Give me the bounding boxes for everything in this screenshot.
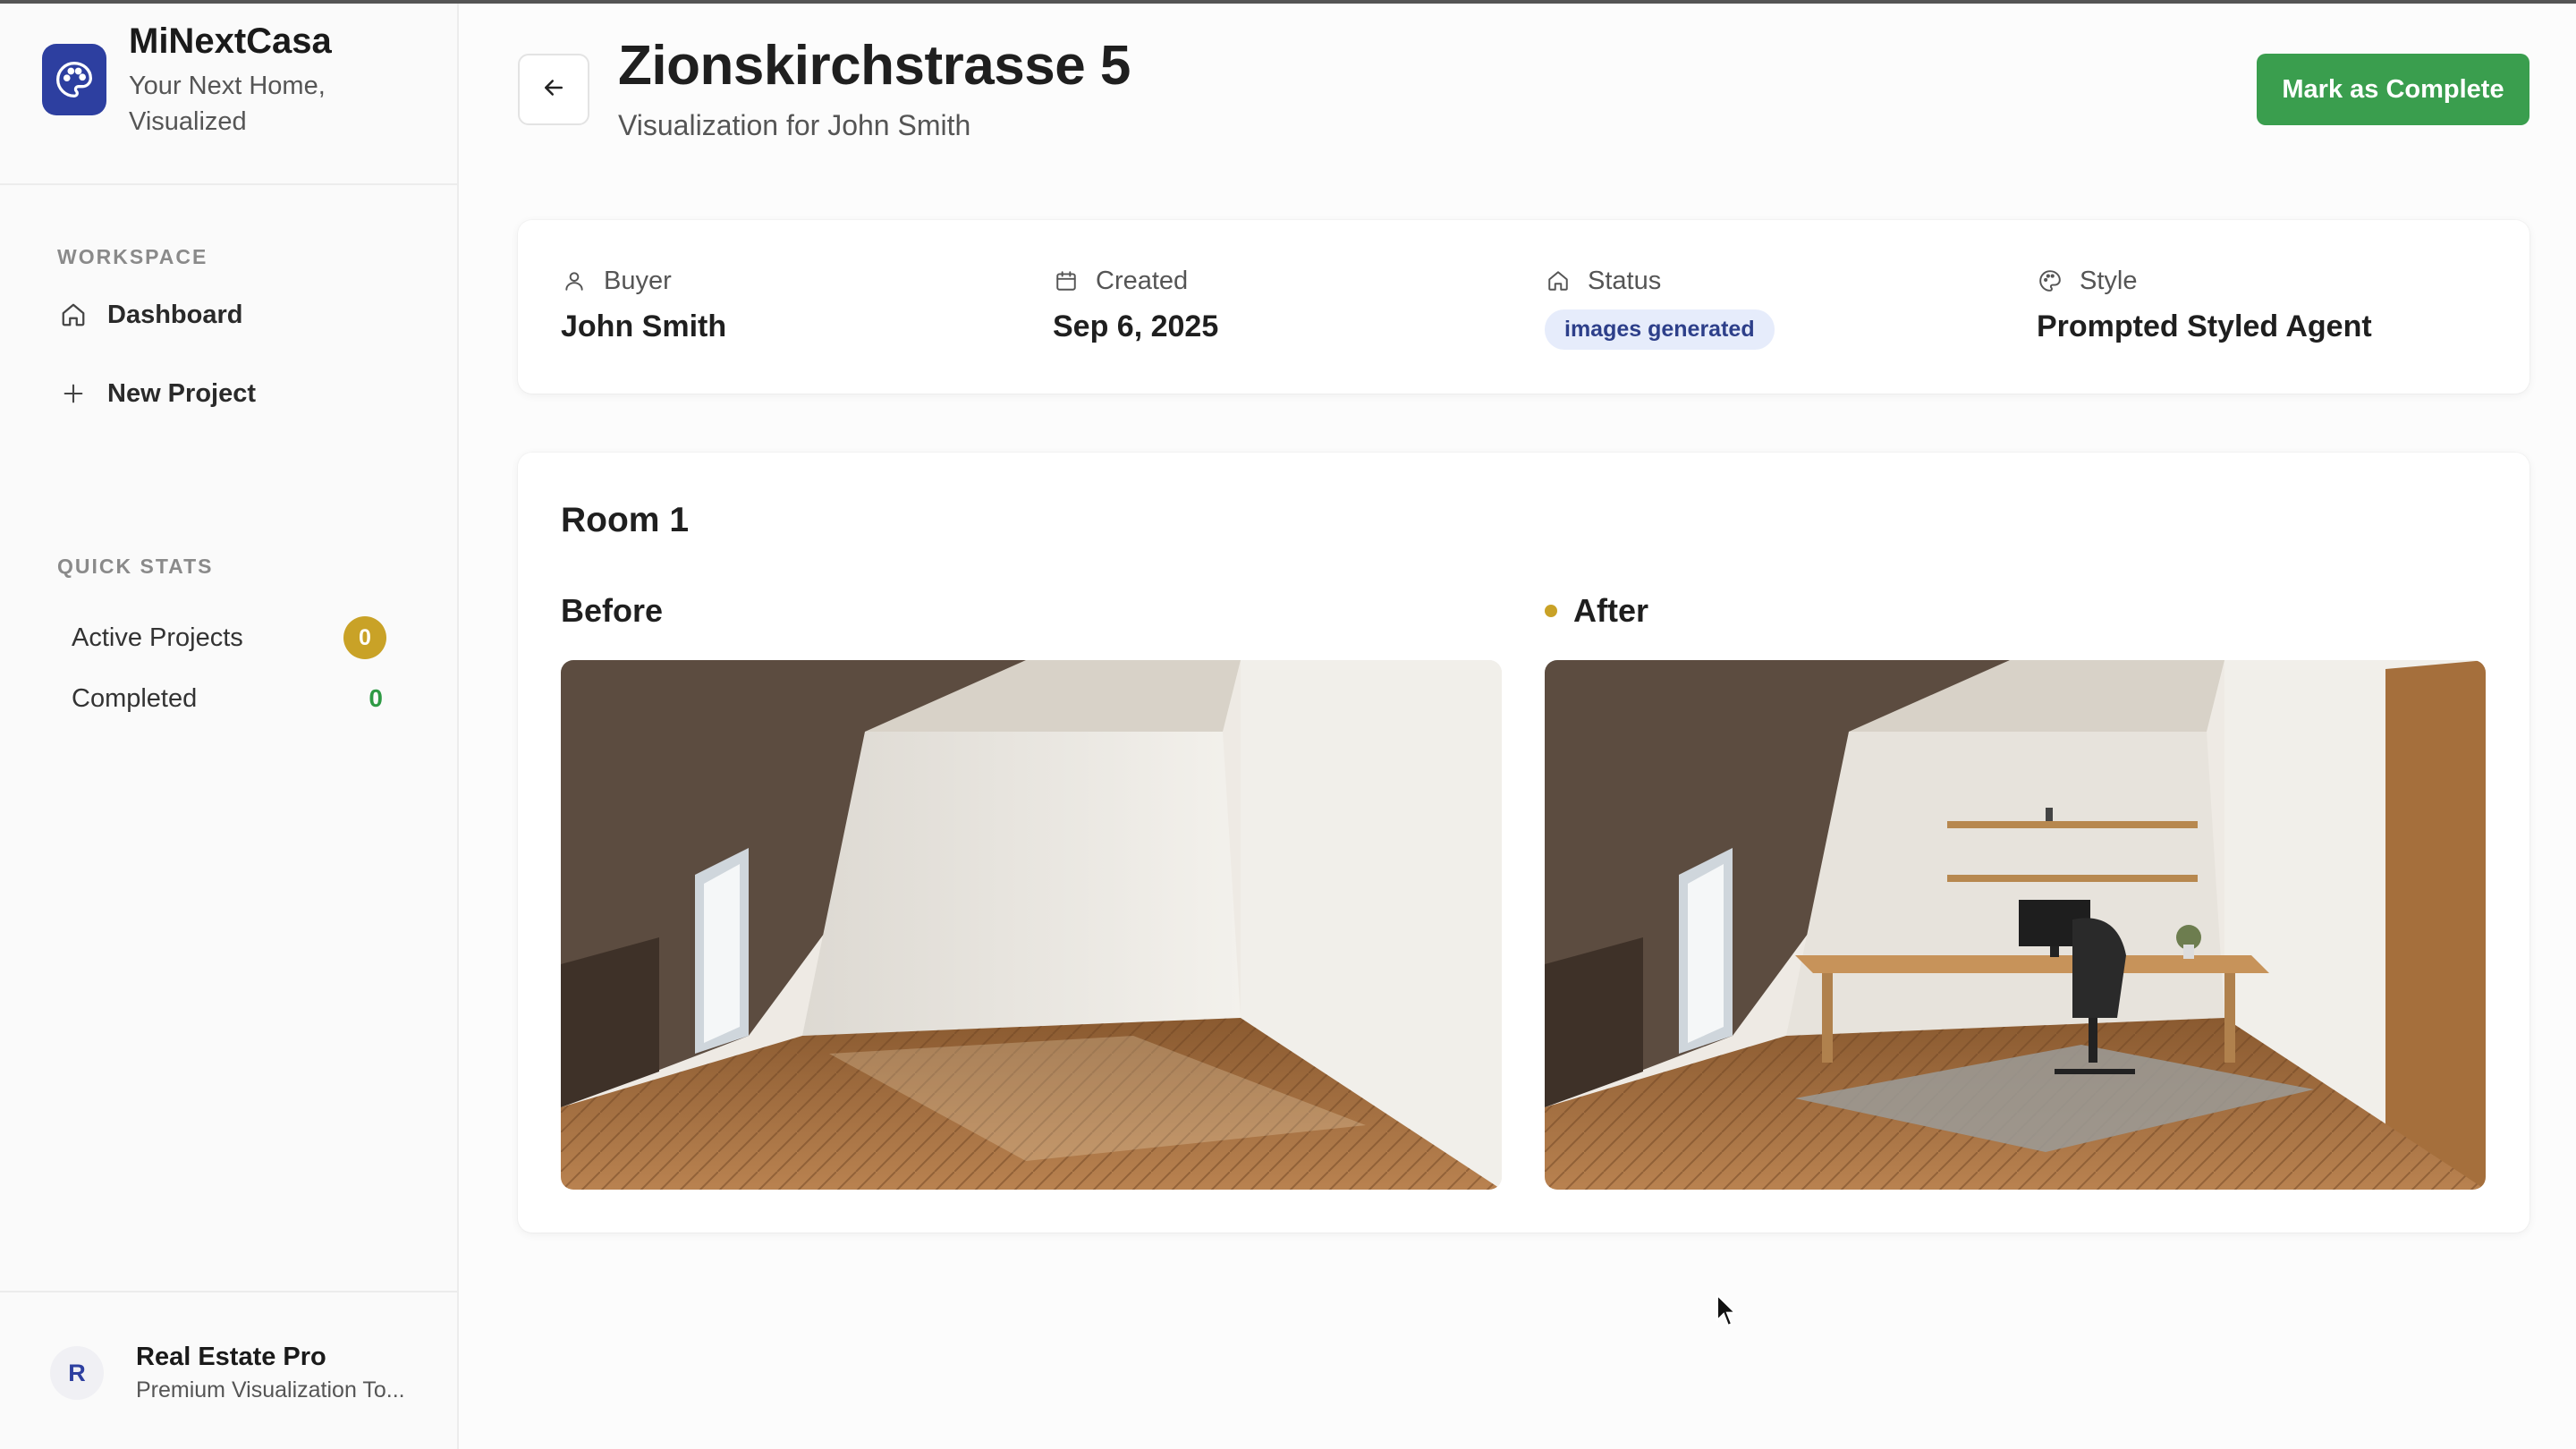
- room-title: Room 1: [561, 501, 690, 539]
- sidebar-divider: [0, 183, 459, 185]
- back-button[interactable]: [518, 54, 589, 125]
- sidebar-item-new-project[interactable]: New Project: [57, 369, 415, 419]
- room-card: Room 1 Before After: [518, 453, 2529, 1233]
- avatar: R: [50, 1346, 104, 1400]
- mark-as-complete-button[interactable]: Mark as Complete: [2257, 54, 2529, 125]
- style-field: Style Prompted Styled Agent: [2037, 265, 2372, 344]
- page-subtitle: Visualization for John Smith: [618, 109, 971, 141]
- created-field: Created Sep 6, 2025: [1053, 265, 1218, 344]
- workspace-section-title: WORKSPACE: [57, 245, 208, 268]
- buyer-label: Buyer: [604, 266, 672, 295]
- buyer-value: John Smith: [561, 309, 727, 343]
- user-subtitle: Premium Visualization To...: [136, 1377, 405, 1402]
- buyer-field: Buyer John Smith: [561, 265, 726, 344]
- stat-label: Active Projects: [72, 623, 243, 652]
- before-label: Before: [561, 592, 664, 629]
- status-label: Status: [1588, 266, 1662, 295]
- sidebar-item-dashboard[interactable]: Dashboard: [57, 290, 415, 340]
- user-name: Real Estate Pro: [136, 1343, 326, 1371]
- brand[interactable]: MiNextCasa Your Next Home, Visualized: [42, 20, 459, 185]
- stat-label: Completed: [72, 683, 198, 713]
- home-icon: [1545, 267, 1572, 294]
- sidebar: MiNextCasa Your Next Home, Visualized WO…: [0, 0, 459, 1449]
- created-label: Created: [1096, 266, 1189, 295]
- style-label: Style: [2080, 266, 2138, 295]
- user-icon: [561, 267, 588, 294]
- brand-tagline: Your Next Home, Visualized: [129, 72, 326, 136]
- plus-icon: [57, 377, 89, 410]
- quick-stats-section-title: QUICK STATS: [57, 555, 214, 578]
- calendar-icon: [1053, 267, 1080, 294]
- after-image[interactable]: [1545, 660, 2486, 1190]
- style-value: Prompted Styled Agent: [2037, 309, 2372, 343]
- sidebar-item-label: New Project: [107, 378, 256, 408]
- sidebar-item-label: Dashboard: [107, 300, 243, 329]
- status-badge: images generated: [1545, 309, 1775, 350]
- user-profile[interactable]: R Real Estate Pro Premium Visualization …: [0, 1291, 459, 1449]
- mouse-cursor-icon: [1716, 1292, 1739, 1329]
- arrow-left-icon: [540, 74, 567, 106]
- brand-name: MiNextCasa: [129, 21, 332, 61]
- stat-count: 0: [369, 684, 383, 712]
- window-top-edge: [0, 0, 2576, 4]
- status-field: Status images generated: [1545, 265, 1775, 350]
- stat-count-badge: 0: [343, 616, 386, 659]
- before-image[interactable]: [561, 660, 1502, 1190]
- home-icon: [57, 299, 89, 331]
- after-label: After: [1573, 592, 1649, 629]
- after-status-dot: [1545, 605, 1557, 617]
- stat-active-projects: Active Projects 0: [72, 615, 386, 660]
- page-title: Zionskirchstrasse 5: [618, 35, 1131, 97]
- stat-completed: Completed 0: [72, 676, 386, 721]
- project-info-card: Buyer John Smith Created Sep 6, 2025 Sta…: [518, 220, 2529, 394]
- after-heading: After: [1545, 592, 1648, 630]
- palette-icon: [2037, 267, 2063, 294]
- palette-icon: [42, 44, 106, 115]
- created-value: Sep 6, 2025: [1053, 309, 1219, 343]
- app-root: MiNextCasa Your Next Home, Visualized WO…: [0, 0, 2576, 1449]
